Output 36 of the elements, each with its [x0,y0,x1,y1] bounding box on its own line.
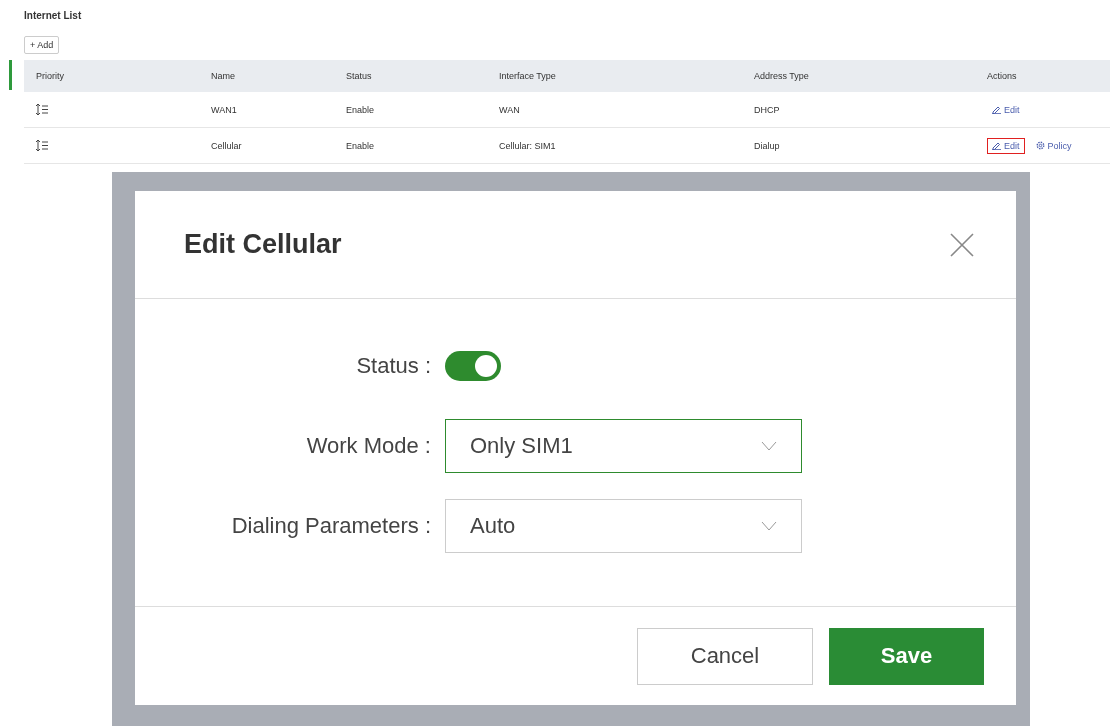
sort-icon[interactable] [36,104,48,115]
field-label: Dialing Parameters : [230,513,432,539]
select-field[interactable]: Auto [445,499,802,553]
gear-icon [1035,141,1045,150]
column-header: Address Type [742,60,975,92]
edit-link[interactable]: Edit [987,101,1025,118]
policy-link[interactable]: Policy [1030,137,1077,154]
chevron-down-icon [761,521,777,531]
column-header: Priority [24,60,199,92]
table-cell: Cellular [199,128,334,164]
sort-icon[interactable] [36,140,48,151]
edit-link[interactable]: Edit [987,137,1025,154]
add-button[interactable]: + Add [24,36,60,54]
column-header: Interface Type [487,60,742,92]
table-cell: Dialup [742,128,975,164]
chevron-down-icon [761,441,777,451]
table-cell: WAN [487,92,742,128]
status-switch[interactable] [445,351,501,381]
cancel-button[interactable]: Cancel [637,627,813,685]
select-field[interactable]: Only SIM1 [445,419,802,473]
pencil-icon [992,141,1001,150]
field-label: Work Mode : [305,433,432,459]
table-cell: DHCP [742,92,975,128]
table-cell: Cellular: SIM1 [487,128,742,164]
section-title: Internet List [24,10,83,23]
dialog-title: Edit Cellular [184,229,342,260]
close-icon[interactable] [950,232,974,257]
column-header: Name [199,60,334,92]
pencil-icon [992,105,1001,114]
table-cell: WAN1 [199,92,334,128]
column-header: Status [334,60,487,92]
table-cell: Enable [334,92,487,128]
field-label: Status : [355,353,432,379]
column-header: Actions [975,60,1110,92]
save-button[interactable]: Save [829,627,984,685]
table-cell: Enable [334,128,487,164]
